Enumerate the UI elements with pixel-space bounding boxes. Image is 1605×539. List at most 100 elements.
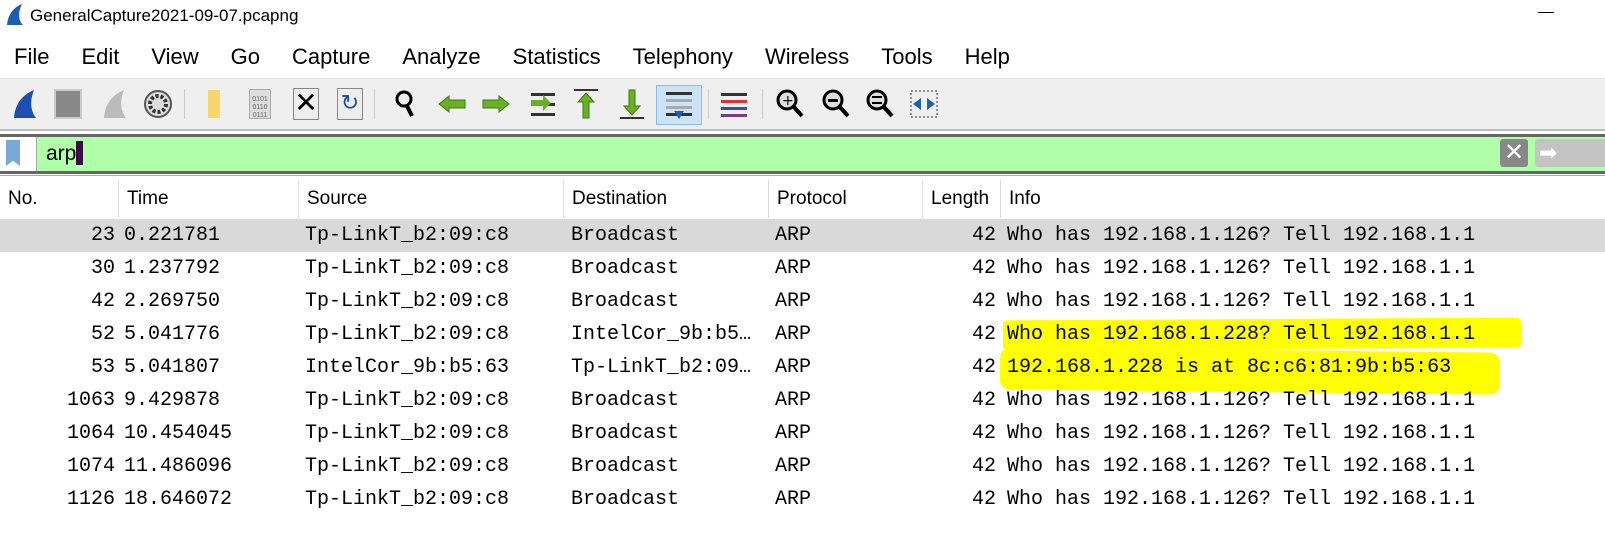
packet-proto: ARP [775, 488, 812, 511]
packet-info: Who has 192.168.1.126? Tell 192.168.1.1 [1007, 488, 1476, 511]
go-to-packet-icon[interactable] [524, 85, 560, 123]
restart-capture-icon[interactable] [96, 85, 132, 123]
packet-proto: ARP [775, 356, 812, 379]
packet-row[interactable]: 42 2.269750 Tp-LinkT_b2:09:c8 Broadcast ARP 4… [0, 285, 1605, 318]
packet-no: 30 [90, 257, 115, 280]
packet-row[interactable]: 1074 11.486096 Tp-LinkT_b2:09:c8 Broadcast A… [0, 450, 1605, 483]
zoom-out-icon[interactable] [818, 85, 854, 123]
column-length[interactable]: Length [923, 180, 1001, 218]
packet-dst: Broadcast [571, 389, 680, 412]
packet-info: Who has 192.168.1.126? Tell 192.168.1.1 [1007, 455, 1476, 478]
packet-info: Who has 192.168.1.126? Tell 192.168.1.1 [1007, 290, 1476, 313]
go-first-icon[interactable] [568, 85, 604, 123]
menu-file[interactable]: File [0, 40, 65, 76]
packet-dst: IntelCor_9b:b5… [571, 323, 752, 346]
packet-len: 42 [971, 389, 996, 412]
svg-text:+: + [782, 93, 794, 109]
packet-info: Who has 192.168.1.126? Tell 192.168.1.1 [1007, 389, 1476, 412]
packet-list: 23 0.221781 Tp-LinkT_b2:09:c8 Broadcast ARP 4… [0, 219, 1605, 516]
packet-time: 5.041776 [124, 323, 221, 346]
packet-dst: Broadcast [571, 455, 680, 478]
packet-info: Who has 192.168.1.228? Tell 192.168.1.1 [1007, 323, 1476, 346]
column-protocol[interactable]: Protocol [769, 180, 923, 218]
packet-len: 42 [971, 257, 996, 280]
column-no[interactable]: No. [0, 180, 119, 218]
packet-proto: ARP [775, 323, 812, 346]
packet-no: 1064 [66, 422, 115, 445]
packet-len: 42 [971, 488, 996, 511]
menu-analyze[interactable]: Analyze [386, 40, 496, 76]
packet-no: 42 [90, 290, 115, 313]
find-packet-icon[interactable] [388, 85, 424, 123]
reload-file-icon[interactable]: ↻ [332, 85, 368, 123]
resize-columns-icon[interactable] [906, 85, 942, 123]
packet-src: Tp-LinkT_b2:09:c8 [305, 455, 510, 478]
packet-no: 1063 [66, 389, 115, 412]
clear-filter-button[interactable]: ✕ [1500, 139, 1528, 167]
menu-wireless[interactable]: Wireless [749, 40, 865, 76]
packet-len: 42 [971, 323, 996, 346]
packet-row[interactable]: 1063 9.429878 Tp-LinkT_b2:09:c8 Broadcast AR… [0, 384, 1605, 417]
minimize-button[interactable] [1538, 12, 1554, 13]
packet-dst: Tp-LinkT_b2:09… [571, 356, 752, 379]
packet-no: 1074 [66, 455, 115, 478]
packet-src: Tp-LinkT_b2:09:c8 [305, 290, 510, 313]
menu-go[interactable]: Go [215, 40, 276, 76]
menu-edit[interactable]: Edit [65, 40, 135, 76]
stop-capture-icon[interactable] [50, 85, 86, 123]
window-title: GeneralCapture2021-09-07.pcapng [30, 6, 299, 25]
packet-row[interactable]: 23 0.221781 Tp-LinkT_b2:09:c8 Broadcast ARP 4… [0, 219, 1605, 252]
packet-info: 192.168.1.228 is at 8c:c6:81:9b:b5:63 [1007, 356, 1452, 379]
close-file-icon[interactable]: ✕ [288, 85, 324, 123]
colorize-icon[interactable] [716, 85, 752, 123]
packet-no: 52 [90, 323, 115, 346]
packet-src: Tp-LinkT_b2:09:c8 [305, 323, 510, 346]
column-info[interactable]: Info [1001, 180, 1605, 218]
start-capture-icon[interactable] [6, 85, 42, 123]
packet-no: 1126 [66, 488, 115, 511]
capture-options-icon[interactable] [140, 85, 176, 123]
packet-proto: ARP [775, 455, 812, 478]
packet-row[interactable]: 52 5.041776 Tp-LinkT_b2:09:c8 IntelCor_9b:b… [0, 318, 1605, 351]
menu-capture[interactable]: Capture [276, 40, 386, 76]
zoom-normal-icon[interactable] [862, 85, 898, 123]
go-forward-icon[interactable] [478, 85, 514, 123]
packet-row[interactable]: 53 5.041807 IntelCor_9b:b5:63 Tp-LinkT_b2:0… [0, 351, 1605, 384]
packet-time: 11.486096 [124, 455, 233, 478]
packet-info: Who has 192.168.1.126? Tell 192.168.1.1 [1007, 224, 1476, 247]
display-filter-input[interactable]: arp [46, 141, 84, 166]
packet-row[interactable]: 30 1.237792 Tp-LinkT_b2:09:c8 Broadcast ARP 4… [0, 252, 1605, 285]
packet-time: 0.221781 [124, 224, 221, 247]
packet-time: 1.237792 [124, 257, 221, 280]
packet-proto: ARP [775, 257, 812, 280]
packet-dst: Broadcast [571, 290, 680, 313]
save-file-icon[interactable]: 0101 0110 0111 [242, 85, 278, 123]
wireshark-logo-icon [7, 4, 23, 25]
packet-no: 53 [90, 356, 115, 379]
packet-proto: ARP [775, 422, 812, 445]
autoscroll-icon[interactable] [656, 85, 702, 125]
column-source[interactable]: Source [299, 180, 564, 218]
packet-proto: ARP [775, 389, 812, 412]
menu-help[interactable]: Help [949, 40, 1026, 76]
apply-filter-button[interactable]: ➡ [1535, 139, 1605, 167]
menu-view[interactable]: View [135, 40, 214, 76]
packet-list-header: No. Time Source Destination Protocol Len… [0, 180, 1605, 218]
menu-tools[interactable]: Tools [865, 40, 948, 76]
packet-dst: Broadcast [571, 224, 680, 247]
packet-row[interactable]: 1064 10.454045 Tp-LinkT_b2:09:c8 Broadcast A… [0, 417, 1605, 450]
title-bar: GeneralCapture2021-09-07.pcapng [0, 0, 1605, 36]
filter-bookmark-button[interactable] [0, 137, 37, 171]
menu-statistics[interactable]: Statistics [497, 40, 617, 76]
packet-row[interactable]: 1126 18.646072 Tp-LinkT_b2:09:c8 Broadcast A… [0, 483, 1605, 516]
packet-len: 42 [971, 224, 996, 247]
zoom-in-icon[interactable]: + [772, 85, 808, 123]
go-last-icon[interactable] [614, 85, 650, 123]
column-time[interactable]: Time [119, 180, 299, 218]
column-destination[interactable]: Destination [564, 180, 769, 218]
menu-telephony[interactable]: Telephony [617, 40, 749, 76]
packet-dst: Broadcast [571, 422, 680, 445]
open-file-icon[interactable] [196, 85, 232, 123]
go-back-icon[interactable] [434, 85, 470, 123]
packet-src: IntelCor_9b:b5:63 [305, 356, 510, 379]
